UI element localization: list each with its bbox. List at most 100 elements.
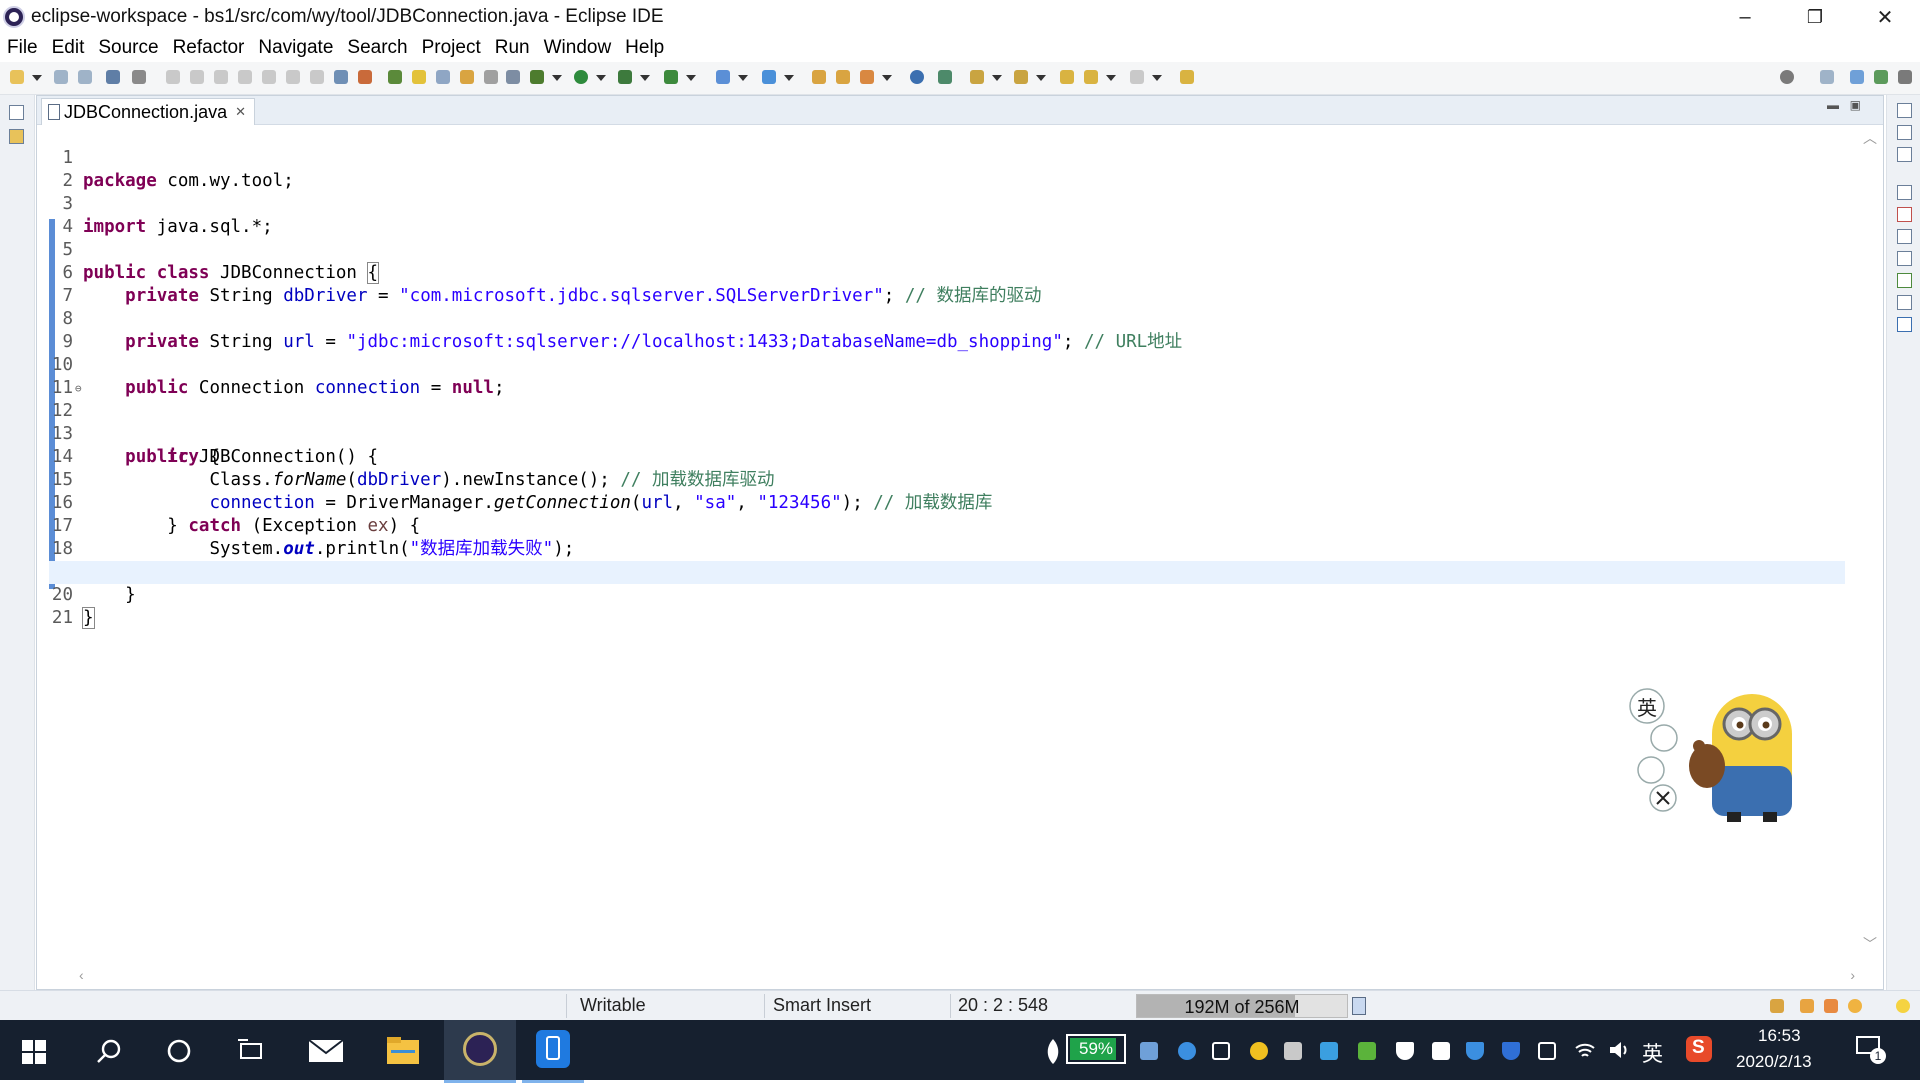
code-line[interactable]: 7 (49, 262, 1845, 306)
menu-navigate[interactable]: Navigate (251, 37, 340, 59)
code-editor[interactable]: 1 package com.wy.tool; 2 3 import java.s… (49, 124, 1849, 963)
javadoc-icon[interactable] (1897, 229, 1912, 244)
clock-date[interactable]: 2020/2/13 (1736, 1052, 1812, 1072)
code-line[interactable]: 1 package com.wy.tool; (49, 124, 1845, 191)
mail-icon[interactable] (308, 1038, 344, 1064)
servers-icon[interactable] (1897, 273, 1912, 288)
task-view-icon[interactable] (238, 1038, 266, 1064)
leaf-icon[interactable] (1045, 1038, 1061, 1066)
task-list-icon[interactable] (1897, 147, 1912, 162)
new-icon[interactable] (10, 70, 24, 84)
menu-window[interactable]: Window (537, 37, 619, 59)
pin-editor-icon[interactable] (1180, 70, 1194, 84)
open-project-icon[interactable] (812, 70, 826, 84)
screenshot-icon[interactable] (1212, 1042, 1230, 1060)
code-line[interactable]: 9 (49, 308, 1845, 352)
scroll-up-icon[interactable]: ︿ (1863, 128, 1877, 148)
volume-icon[interactable] (1608, 1040, 1630, 1060)
pilcrow-icon[interactable] (506, 70, 520, 84)
open-console-icon[interactable] (106, 70, 120, 84)
code-line[interactable]: 12 ⊖ public JDBConnection() { (49, 377, 1845, 467)
code-line[interactable]: 17 System.out.println("数据库加载失败"); (49, 492, 1845, 559)
toggle-mark-occurrences-icon[interactable] (412, 70, 426, 84)
next-annotation-dropdown-icon[interactable] (992, 75, 1002, 81)
defender-icon[interactable] (1466, 1042, 1484, 1060)
debug-icon[interactable] (530, 70, 544, 84)
coverage-icon[interactable] (618, 70, 632, 84)
external-tools-dropdown-icon[interactable] (686, 75, 696, 81)
debug-dropdown-icon[interactable] (552, 75, 562, 81)
lightbulb-icon[interactable] (1896, 999, 1910, 1013)
disconnect-icon[interactable] (238, 70, 252, 84)
notification-icon[interactable] (1770, 999, 1784, 1013)
tencent-icon[interactable] (1320, 1042, 1338, 1060)
show-whitespace-icon[interactable] (484, 70, 498, 84)
eclipse-taskbar-button[interactable] (444, 1020, 516, 1083)
edit-icon[interactable] (1824, 999, 1838, 1013)
search-task-icon[interactable] (860, 70, 874, 84)
forward-dropdown-icon[interactable] (1152, 75, 1162, 81)
open-task-icon[interactable] (836, 70, 850, 84)
skip-breakpoints-icon[interactable] (132, 70, 146, 84)
coverage-dropdown-icon[interactable] (640, 75, 650, 81)
step-over-icon[interactable] (286, 70, 300, 84)
open-type-icon[interactable] (388, 70, 402, 84)
clock-app-icon[interactable] (1178, 1042, 1196, 1060)
ime-indicator[interactable]: 英 (1642, 1038, 1663, 1068)
new-class-icon[interactable] (762, 70, 776, 84)
restore-view-icon[interactable] (9, 105, 24, 120)
code-line[interactable]: 21 (49, 584, 1845, 628)
cortana-icon[interactable] (166, 1038, 192, 1064)
save-all-icon[interactable] (78, 70, 92, 84)
windows-start-icon[interactable] (22, 1040, 46, 1064)
declaration-icon[interactable] (1897, 251, 1912, 266)
menu-run[interactable]: Run (488, 37, 537, 59)
problems-icon[interactable] (1897, 207, 1912, 222)
clock-time[interactable]: 16:53 (1758, 1026, 1801, 1046)
terminate-icon[interactable] (214, 70, 228, 84)
security-shield-icon[interactable] (1396, 1042, 1414, 1060)
run-icon[interactable] (574, 70, 588, 84)
nvidia-icon[interactable] (1358, 1042, 1376, 1060)
status-cursor-position[interactable]: 20 : 2 : 548 (958, 995, 1048, 1016)
code-line[interactable]: 2 (49, 147, 1845, 191)
code-line-current[interactable]: 20 } (49, 561, 1845, 629)
code-line[interactable]: 18 } (49, 515, 1845, 582)
toolbar-overflow-icon[interactable] (1898, 70, 1912, 84)
menu-file[interactable]: File (0, 37, 45, 59)
editor-tab[interactable]: JDBConnection.java ✕ (41, 98, 255, 125)
back-dropdown-icon[interactable] (1106, 75, 1116, 81)
toggle-block-selection-icon[interactable] (436, 70, 450, 84)
tasks-icon[interactable] (1800, 999, 1814, 1013)
tips-icon[interactable] (1848, 999, 1862, 1013)
use-step-filters-icon[interactable] (358, 70, 372, 84)
data-source-explorer-icon[interactable] (1897, 295, 1912, 310)
code-line[interactable]: 19 } (49, 538, 1845, 605)
menu-edit[interactable]: Edit (45, 37, 92, 59)
action-center-icon[interactable]: 1 (1856, 1034, 1886, 1064)
ime-mascot-widget[interactable]: 英 (1627, 686, 1817, 836)
search-icon[interactable] (96, 1038, 122, 1064)
external-tools-icon[interactable] (664, 70, 678, 84)
media-icon[interactable] (1432, 1042, 1450, 1060)
code-line[interactable]: 8 private String url = "jdbc:microsoft:s… (49, 285, 1845, 352)
step-into-icon[interactable] (262, 70, 276, 84)
open-perspective-icon[interactable] (1820, 70, 1834, 84)
previous-annotation-icon[interactable] (1014, 70, 1028, 84)
forward-icon[interactable] (1130, 70, 1144, 84)
code-line[interactable]: 11 (49, 354, 1845, 398)
code-line[interactable]: 5 public class JDBConnection { (49, 216, 1845, 284)
menu-refactor[interactable]: Refactor (166, 37, 252, 59)
code-line[interactable]: 4 (49, 193, 1845, 237)
last-edit-location-icon[interactable] (1060, 70, 1074, 84)
qq-icon[interactable] (1250, 1042, 1268, 1060)
power-icon[interactable] (1538, 1042, 1556, 1060)
horizontal-scrollbar[interactable]: ‹ › (77, 967, 1857, 987)
menu-help[interactable]: Help (618, 37, 671, 59)
new-class-dropdown-icon[interactable] (784, 75, 794, 81)
new-java-project-icon[interactable] (716, 70, 730, 84)
menu-search[interactable]: Search (340, 37, 414, 59)
garbage-collect-icon[interactable] (1352, 997, 1366, 1015)
maximize-editor-icon[interactable]: ▣ (1850, 98, 1861, 112)
display-icon[interactable] (1284, 1042, 1302, 1060)
